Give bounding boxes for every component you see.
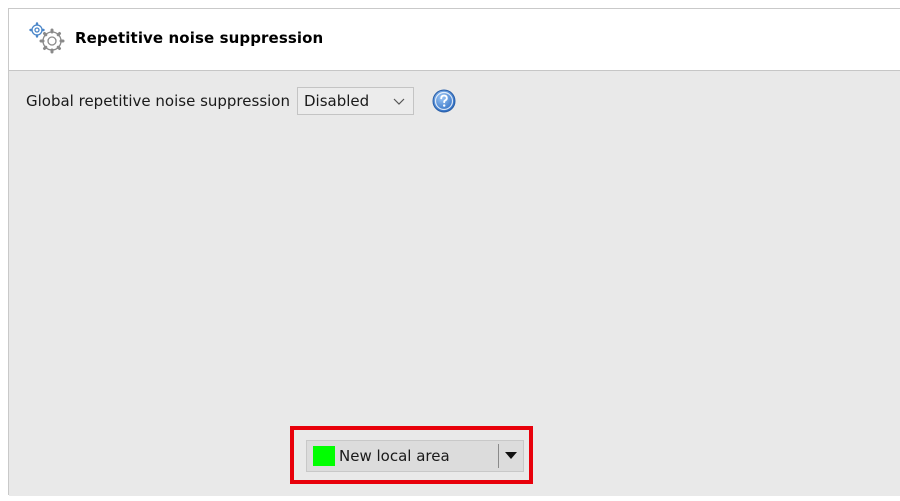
panel-header: Repetitive noise suppression [9, 9, 900, 71]
dropdown-separator [498, 444, 499, 468]
global-suppression-select[interactable]: Disabled [296, 87, 414, 115]
panel: Repetitive noise suppression Global repe… [8, 8, 900, 496]
gears-icon [29, 22, 65, 54]
help-icon[interactable] [432, 89, 456, 113]
local-area-label: New local area [339, 447, 450, 465]
area-color-swatch [313, 446, 335, 466]
page-title: Repetitive noise suppression [75, 29, 324, 47]
global-suppression-row: Global repetitive noise suppression Disa… [26, 86, 456, 116]
triangle-down-icon[interactable] [505, 452, 517, 460]
global-suppression-value: Disabled [303, 92, 370, 110]
panel-content: Global repetitive noise suppression Disa… [9, 71, 900, 496]
local-area-dropdown[interactable]: New local area [306, 440, 524, 472]
chevron-down-icon [393, 98, 405, 105]
global-suppression-label: Global repetitive noise suppression [26, 92, 290, 110]
